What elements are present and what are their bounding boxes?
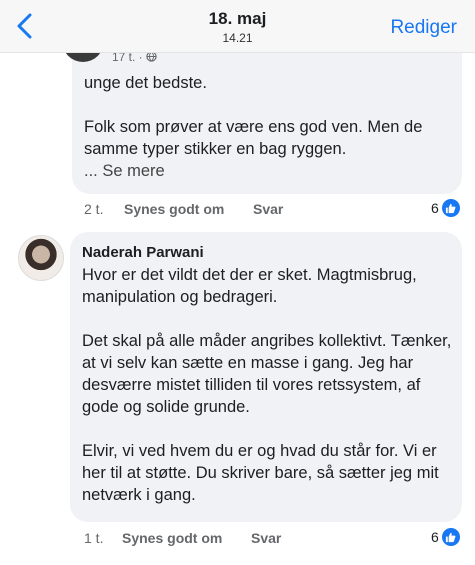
comment-paragraph: Det skal på alle måder angribes kollekti… [82, 332, 452, 416]
comment-text: unge det bedste. Folk som prøver at være… [84, 72, 454, 182]
reply-button[interactable]: Svar [251, 530, 281, 546]
reply-button[interactable]: Svar [253, 201, 283, 217]
thumbs-up-icon [441, 528, 460, 546]
thumbs-up-icon [441, 199, 460, 217]
reaction-count[interactable]: 6 [431, 199, 460, 217]
comment-time: 2 t. [84, 201, 104, 217]
reaction-count[interactable]: 6 [431, 528, 460, 546]
comment-bubble: Naderah Parwani Hvor er det vildt det de… [70, 232, 462, 522]
comment-text: Hvor er det vildt det der er sket. Magtm… [82, 264, 454, 506]
like-count: 6 [431, 529, 439, 545]
navigation-bar: 18. maj 14.21 Rediger [0, 0, 475, 53]
like-button[interactable]: Synes godt om [124, 201, 224, 217]
comment-bubble: unge det bedste. Folk som prøver at være… [72, 52, 462, 194]
comment-paragraph: unge det bedste. [84, 74, 207, 92]
like-button[interactable]: Synes godt om [122, 530, 222, 546]
see-more-link[interactable]: ... Se mere [84, 162, 165, 180]
comment-paragraph: Elvir, vi ved hvem du er og hvad du står… [82, 442, 439, 504]
like-count: 6 [431, 200, 439, 216]
comment-author[interactable]: Naderah Parwani [82, 242, 204, 264]
comment-paragraph: Folk som prøver at være ens god ven. Men… [84, 118, 423, 180]
comment-paragraph: Hvor er det vildt det der er sket. Magtm… [82, 266, 417, 306]
edit-button[interactable]: Rediger [390, 17, 457, 39]
avatar[interactable] [18, 235, 64, 281]
comment-time: 1 t. [84, 530, 104, 546]
